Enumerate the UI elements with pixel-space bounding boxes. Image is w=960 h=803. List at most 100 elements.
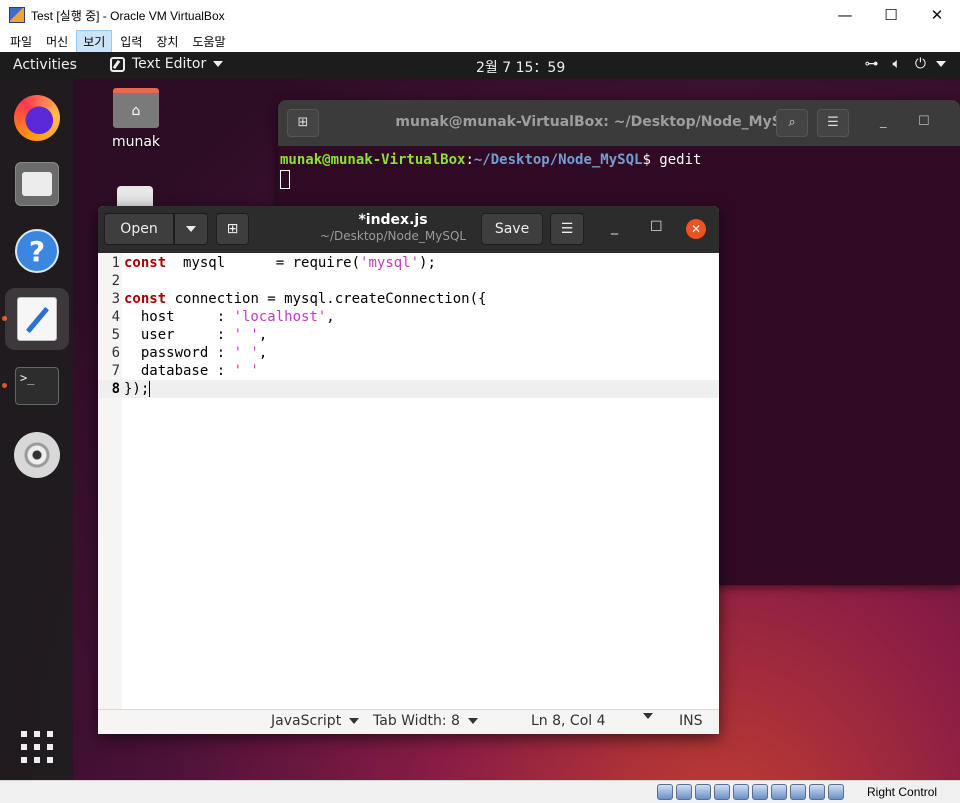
vbox-titlebar: Test [실행 중] - Oracle VM VirtualBox — ☐ ✕: [0, 0, 960, 30]
firefox-icon: [14, 95, 60, 141]
code-line[interactable]: 8});: [98, 380, 719, 398]
gedit-window[interactable]: Open ⊞ *index.js ~/Desktop/Node_MySQL Sa…: [98, 206, 719, 734]
dock-dvd[interactable]: [5, 424, 69, 486]
system-tray[interactable]: ⊶ 🔈︎ ⏻: [865, 56, 946, 72]
prompt-path: ~/Desktop/Node_MySQL: [473, 152, 643, 168]
power-icon[interactable]: ⏻: [915, 56, 926, 72]
code-line[interactable]: 4 host : 'localhost',: [98, 308, 719, 326]
optical-drive-icon[interactable]: [676, 784, 692, 800]
code-token: password :: [124, 345, 234, 361]
guest-desktop: Activities Text Editor 2월 7 15：59 ⊶ 🔈︎ ⏻…: [0, 52, 960, 780]
terminal-headerbar[interactable]: ⊞ munak@munak-VirtualBox: ~/Desktop/Node…: [278, 100, 960, 146]
cpu-icon[interactable]: [809, 784, 825, 800]
menu-input[interactable]: 입력: [114, 31, 148, 52]
network-icon[interactable]: ⊶: [865, 56, 879, 72]
menu-machine[interactable]: 머신: [40, 31, 74, 52]
display-icon[interactable]: [771, 784, 787, 800]
virtualbox-app-icon: [9, 7, 25, 23]
volume-icon[interactable]: 🔈︎: [893, 56, 901, 72]
dock-files[interactable]: [5, 153, 69, 215]
code-editor[interactable]: 1 const mysql = require('mysql'); 2 3 const …: [98, 253, 719, 709]
text-cursor: [149, 381, 151, 397]
minimize-icon[interactable]: _: [880, 114, 887, 129]
new-tab-button[interactable]: ⊞: [216, 213, 249, 245]
code-keyword: const: [124, 291, 167, 307]
prompt-command: $ gedit: [642, 152, 702, 168]
code-string: 'localhost': [233, 309, 327, 325]
cursor-position[interactable]: Ln 8, Col 4: [531, 713, 606, 729]
menu-devices[interactable]: 장치: [150, 31, 184, 52]
document-title: *index.js: [358, 212, 428, 228]
code-line[interactable]: 2: [98, 272, 719, 290]
open-button[interactable]: Open: [104, 213, 174, 245]
code-token: mysql = require(: [166, 255, 361, 271]
network-icon[interactable]: [714, 784, 730, 800]
terminal-output[interactable]: munak@munak-VirtualBox:~/Desktop/Node_My…: [278, 146, 960, 199]
code-text: });: [124, 380, 151, 398]
maximize-icon[interactable]: ☐: [918, 114, 930, 129]
save-button[interactable]: Save: [481, 213, 543, 245]
insert-mode: INS: [679, 713, 703, 729]
tab-width-selector[interactable]: Tab Width: 8: [373, 713, 478, 729]
code-token: ,: [258, 327, 268, 343]
code-line[interactable]: 3 const connection = mysql.createConnecti…: [98, 290, 719, 308]
show-applications-button[interactable]: [5, 716, 69, 778]
code-text: password : ' ',: [124, 344, 267, 362]
dock-help[interactable]: ?: [5, 220, 69, 282]
code-line[interactable]: 1 const mysql = require('mysql');: [98, 254, 719, 272]
mouse-integration-icon[interactable]: [828, 784, 844, 800]
app-menu[interactable]: Text Editor: [110, 56, 224, 72]
activities-button[interactable]: Activities: [13, 57, 77, 73]
dock-firefox[interactable]: [5, 87, 69, 149]
menu-file[interactable]: 파일: [4, 31, 38, 52]
chevron-down-icon[interactable]: [936, 61, 946, 67]
maximize-icon[interactable]: ☐: [650, 219, 663, 235]
search-button[interactable]: ⌕: [776, 109, 808, 137]
language-selector[interactable]: JavaScript: [271, 713, 360, 729]
minimize-icon[interactable]: —: [822, 0, 868, 30]
recording-icon[interactable]: [790, 784, 806, 800]
code-line[interactable]: 7 database : ' ': [98, 362, 719, 380]
code-string: 'mysql': [360, 255, 420, 271]
gedit-title-block: *index.js ~/Desktop/Node_MySQL: [298, 212, 488, 243]
code-text: const mysql = require('mysql');: [124, 254, 436, 272]
dock-text-editor[interactable]: [5, 288, 69, 350]
chevron-down-icon: [467, 718, 478, 724]
dock-terminal[interactable]: >_: [5, 355, 69, 417]
home-icon: ⌂: [131, 102, 141, 119]
vbox-window-title: Test [실행 중] - Oracle VM VirtualBox: [31, 8, 225, 23]
audio-icon[interactable]: [695, 784, 711, 800]
clock[interactable]: 2월 7 15：59: [476, 57, 565, 77]
hamburger-menu-button[interactable]: ☰: [550, 213, 584, 245]
code-line[interactable]: 5 user : ' ',: [98, 326, 719, 344]
position-dropdown[interactable]: [635, 713, 653, 719]
usb-icon[interactable]: [733, 784, 749, 800]
code-line[interactable]: 6 password : ' ',: [98, 344, 719, 362]
line-number: 4: [111, 309, 120, 325]
desktop-home-folder[interactable]: ⌂ munak: [110, 88, 162, 150]
prompt-user: munak@munak-VirtualBox: [280, 152, 466, 168]
close-icon[interactable]: ✕: [914, 0, 960, 30]
shared-folder-icon[interactable]: [752, 784, 768, 800]
hard-disk-icon[interactable]: [657, 784, 673, 800]
menu-view[interactable]: 보기: [76, 29, 113, 53]
line-number: 2: [111, 273, 120, 289]
vbox-statusbar: Right Control: [0, 780, 960, 803]
maximize-icon[interactable]: ☐: [868, 0, 914, 30]
code-token: host :: [124, 309, 234, 325]
chevron-down-icon: [643, 713, 653, 719]
host-key-label[interactable]: Right Control: [867, 785, 937, 799]
show-applications-icon: [21, 731, 53, 763]
gedit-headerbar[interactable]: Open ⊞ *index.js ~/Desktop/Node_MySQL Sa…: [98, 206, 719, 253]
desktop-home-label: munak: [111, 134, 161, 150]
close-icon[interactable]: ✕: [686, 219, 706, 239]
minimize-icon[interactable]: _: [611, 219, 618, 235]
code-token: database :: [124, 363, 234, 379]
code-token: ,: [326, 309, 335, 325]
menu-help[interactable]: 도움말: [186, 31, 231, 52]
open-dropdown-button[interactable]: [174, 213, 208, 245]
hamburger-menu-button[interactable]: ☰: [817, 109, 849, 137]
prompt-separator: :: [465, 152, 474, 168]
line-number: 7: [111, 363, 120, 379]
terminal-title: munak@munak-VirtualBox: ~/Desktop/Node_M…: [395, 114, 803, 130]
